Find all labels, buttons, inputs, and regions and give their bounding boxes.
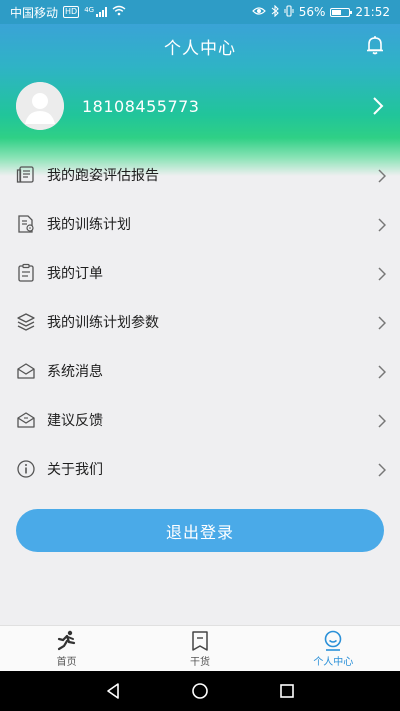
tab-home[interactable]: 首页: [0, 626, 133, 672]
menu-item-plan-params[interactable]: 我的训练计划参数: [0, 297, 400, 346]
battery-icon: [330, 7, 353, 17]
chevron-right-icon: [378, 217, 387, 232]
tab-label: 个人中心: [313, 657, 354, 668]
bluetooth-icon: [271, 4, 279, 20]
tab-label: 首页: [56, 657, 77, 668]
carrier-label: 中国移动: [10, 5, 59, 20]
bottom-tab-bar: 首页 干货 个人中心: [0, 625, 400, 672]
menu-label: 我的训练计划参数: [47, 314, 159, 331]
chevron-right-icon: [378, 266, 387, 281]
chevron-right-icon: [378, 168, 387, 183]
title-bar: 个人中心: [0, 24, 400, 68]
logout-button[interactable]: 退出登录: [16, 509, 384, 552]
menu-item-orders[interactable]: 我的订单: [0, 248, 400, 297]
feedback-icon: [16, 410, 36, 430]
menu-label: 系统消息: [47, 363, 103, 380]
layers-icon: [16, 312, 36, 332]
eye-icon: [251, 5, 266, 19]
menu-label: 我的跑姿评估报告: [47, 167, 159, 184]
tab-articles[interactable]: 干货: [133, 626, 266, 672]
signal-icon: 4G: [84, 6, 108, 17]
message-icon: [16, 361, 36, 381]
menu-item-feedback[interactable]: 建议反馈: [0, 395, 400, 444]
menu-item-gait-report[interactable]: 我的跑姿评估报告: [0, 150, 400, 199]
recents-icon[interactable]: [277, 681, 297, 701]
menu-list: 我的跑姿评估报告 我的训练计划 我的订单 我的训练计划参数 系统消息 建议反馈: [0, 150, 400, 493]
info-icon: [16, 459, 36, 479]
tab-profile[interactable]: 个人中心: [267, 626, 400, 672]
page-title: 个人中心: [164, 38, 236, 59]
vibrate-icon: [284, 4, 294, 20]
bell-icon[interactable]: [364, 34, 386, 56]
chevron-right-icon: [372, 96, 384, 116]
runner-icon: [55, 630, 79, 652]
profile-icon: [321, 630, 345, 652]
network-type: 4G: [84, 6, 95, 14]
chevron-right-icon: [378, 315, 387, 330]
report-icon: [16, 165, 36, 185]
hd-badge: HD: [63, 6, 80, 18]
chevron-right-icon: [378, 462, 387, 477]
bookmark-icon: [188, 630, 212, 652]
status-bar: 中国移动 HD 4G 56% 21:52: [0, 0, 400, 24]
menu-item-system-messages[interactable]: 系统消息: [0, 346, 400, 395]
menu-item-training-plan[interactable]: 我的训练计划: [0, 199, 400, 248]
profile-row[interactable]: 18108455773: [0, 80, 400, 132]
tab-label: 干货: [189, 657, 210, 668]
menu-label: 建议反馈: [47, 412, 103, 429]
menu-item-about-us[interactable]: 关于我们: [0, 444, 400, 493]
clock: 21:52: [355, 5, 390, 19]
back-icon[interactable]: [103, 681, 123, 701]
order-icon: [16, 263, 36, 283]
wifi-icon: [112, 5, 126, 19]
chevron-right-icon: [378, 413, 387, 428]
battery-percent: 56%: [298, 5, 326, 19]
chevron-right-icon: [378, 364, 387, 379]
menu-label: 我的订单: [47, 265, 103, 282]
home-icon[interactable]: [190, 681, 210, 701]
menu-label: 关于我们: [47, 461, 103, 478]
plan-icon: [16, 214, 36, 234]
system-nav-bar: [0, 671, 400, 711]
menu-label: 我的训练计划: [47, 216, 131, 233]
avatar[interactable]: [16, 82, 64, 130]
phone-number: 18108455773: [82, 96, 200, 116]
